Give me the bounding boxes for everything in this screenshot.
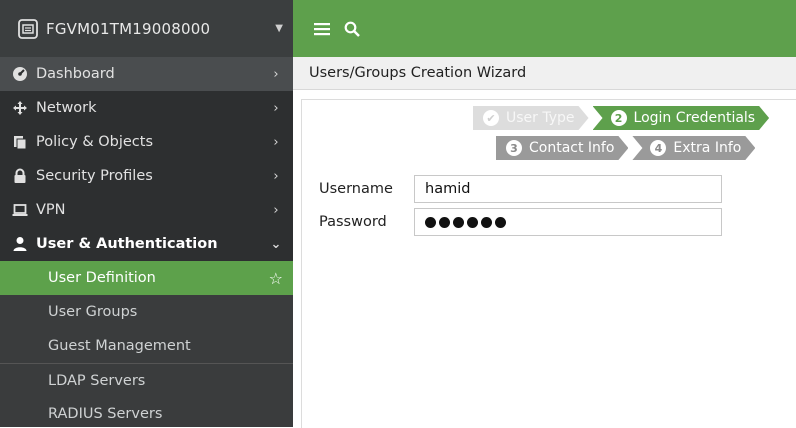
step-label: Login Credentials (633, 110, 756, 126)
password-dot (481, 216, 492, 228)
wizard-steps-row-2: 3 Contact Info 4 Extra Info (492, 136, 755, 160)
username-label: Username (319, 181, 393, 197)
sub-item-label: Guest Management (48, 338, 191, 354)
password-dot (425, 216, 436, 228)
nav-item-label: User & Authentication (36, 236, 218, 252)
username-field[interactable]: hamid (414, 175, 722, 203)
nav-item-label: Dashboard (36, 66, 115, 82)
chevron-right-icon: › (273, 66, 279, 82)
password-dot (467, 216, 478, 228)
step-number: 4 (650, 140, 666, 156)
sidebar-item-user-groups[interactable]: User Groups (0, 295, 293, 329)
policy-icon (12, 134, 28, 150)
password-mask (425, 216, 506, 228)
sidebar-item-radius-servers[interactable]: RADIUS Servers (0, 397, 293, 427)
caret-down-icon[interactable]: ▼ (275, 23, 283, 34)
nav-item-user-authentication[interactable]: User & Authentication ⌄ (0, 227, 293, 261)
step-label: Contact Info (529, 140, 615, 156)
nav-item-label: Policy & Objects (36, 134, 154, 150)
sub-item-label: User Definition (48, 270, 156, 286)
sidebar-item-guest-management[interactable]: Guest Management (0, 329, 293, 363)
password-dot (439, 216, 450, 228)
password-dot (453, 216, 464, 228)
check-icon: ✔ (483, 110, 499, 126)
password-label: Password (319, 214, 387, 230)
user-icon (12, 236, 28, 252)
sub-item-label: User Groups (48, 304, 138, 320)
page-title: Users/Groups Creation Wizard (309, 65, 527, 81)
step-number: 3 (506, 140, 522, 156)
nav-item-dashboard[interactable]: Dashboard › (0, 57, 293, 91)
chevron-right-icon: › (273, 134, 279, 150)
step-extra-info[interactable]: 4 Extra Info (632, 136, 755, 160)
chevron-right-icon: › (273, 202, 279, 218)
nav-item-label: VPN (36, 202, 66, 218)
sidebar: FGVM01TM19008000 ▼ Dashboard › Network ›… (0, 0, 293, 427)
nav-item-label: Security Profiles (36, 168, 153, 184)
password-field[interactable] (414, 208, 722, 236)
step-number: 2 (611, 110, 627, 126)
password-dot (495, 216, 506, 228)
sub-item-label: LDAP Servers (48, 372, 146, 389)
step-login-credentials[interactable]: 2 Login Credentials (593, 106, 770, 130)
username-row: Username hamid (319, 175, 722, 203)
nav-item-policy-objects[interactable]: Policy & Objects › (0, 125, 293, 159)
wizard-panel: ✔ User Type 2 Login Credentials 3 Contac… (301, 99, 796, 428)
step-label: User Type (506, 110, 575, 126)
step-contact-info[interactable]: 3 Contact Info (496, 136, 628, 160)
search-icon[interactable] (339, 16, 365, 42)
chevron-down-icon: ⌄ (270, 236, 282, 252)
sub-item-label: RADIUS Servers (48, 406, 163, 422)
page-title-bar: Users/Groups Creation Wizard (293, 57, 796, 90)
nav-item-vpn[interactable]: VPN › (0, 193, 293, 227)
device-name: FGVM01TM19008000 (46, 19, 211, 38)
password-row: Password (319, 208, 722, 236)
chevron-right-icon: › (273, 100, 279, 116)
device-icon (18, 18, 38, 39)
lock-icon (12, 168, 28, 184)
vpn-laptop-icon (12, 202, 28, 218)
sidebar-item-ldap-servers[interactable]: LDAP Servers (0, 363, 293, 397)
nav-item-label: Network (36, 100, 97, 116)
nav-item-network[interactable]: Network › (0, 91, 293, 125)
step-label: Extra Info (673, 140, 742, 156)
wizard-steps-row-1: ✔ User Type 2 Login Credentials (469, 106, 769, 130)
sidebar-item-user-definition[interactable]: User Definition ☆ (0, 261, 293, 295)
top-bar (293, 0, 796, 57)
chevron-right-icon: › (273, 168, 279, 184)
step-user-type[interactable]: ✔ User Type (473, 106, 589, 130)
network-icon (12, 100, 28, 116)
device-selector[interactable]: FGVM01TM19008000 ▼ (0, 0, 293, 57)
dashboard-icon (12, 66, 28, 82)
menu-icon[interactable] (309, 16, 335, 42)
star-icon[interactable]: ☆ (269, 269, 283, 288)
nav-item-security-profiles[interactable]: Security Profiles › (0, 159, 293, 193)
